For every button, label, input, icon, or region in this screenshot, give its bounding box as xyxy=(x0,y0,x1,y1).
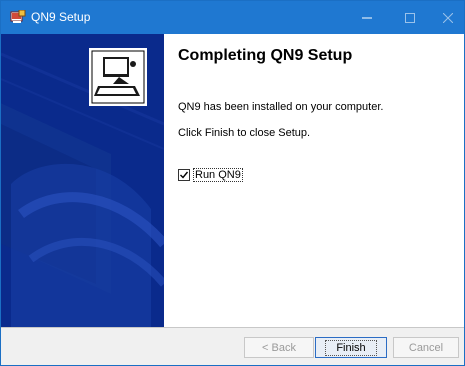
button-bar: < Back Finish Cancel xyxy=(1,327,464,365)
wizard-sidebar-image xyxy=(1,34,164,327)
finish-button[interactable]: Finish xyxy=(315,337,387,358)
computer-install-icon xyxy=(89,48,147,106)
finish-instruction-text: Click Finish to close Setup. xyxy=(178,127,311,139)
close-icon xyxy=(443,12,453,23)
sidebar-artwork xyxy=(1,34,164,327)
title-bar[interactable]: QN9 Setup xyxy=(1,1,464,34)
maximize-icon xyxy=(405,12,415,23)
run-app-checkbox[interactable] xyxy=(178,169,190,181)
minimize-button[interactable] xyxy=(347,1,387,34)
back-button[interactable]: < Back xyxy=(244,337,314,358)
installer-icon xyxy=(10,10,26,23)
close-button[interactable] xyxy=(428,1,464,34)
window-title: QN9 Setup xyxy=(31,10,91,24)
minimize-icon xyxy=(362,17,372,18)
checkmark-icon xyxy=(180,171,189,179)
run-app-label[interactable]: Run QN9 xyxy=(193,168,243,182)
wizard-content: Completing QN9 Setup QN9 has been instal… xyxy=(164,34,464,327)
setup-window: QN9 Setup Completing QN9 Setup QN9 has b… xyxy=(0,0,465,366)
maximize-button[interactable] xyxy=(390,1,430,34)
install-complete-text: QN9 has been installed on your computer. xyxy=(178,101,384,113)
page-title: Completing QN9 Setup xyxy=(178,47,353,64)
cancel-button[interactable]: Cancel xyxy=(393,337,459,358)
finish-button-label: Finish xyxy=(325,339,377,356)
run-app-option[interactable]: Run QN9 xyxy=(178,168,243,182)
